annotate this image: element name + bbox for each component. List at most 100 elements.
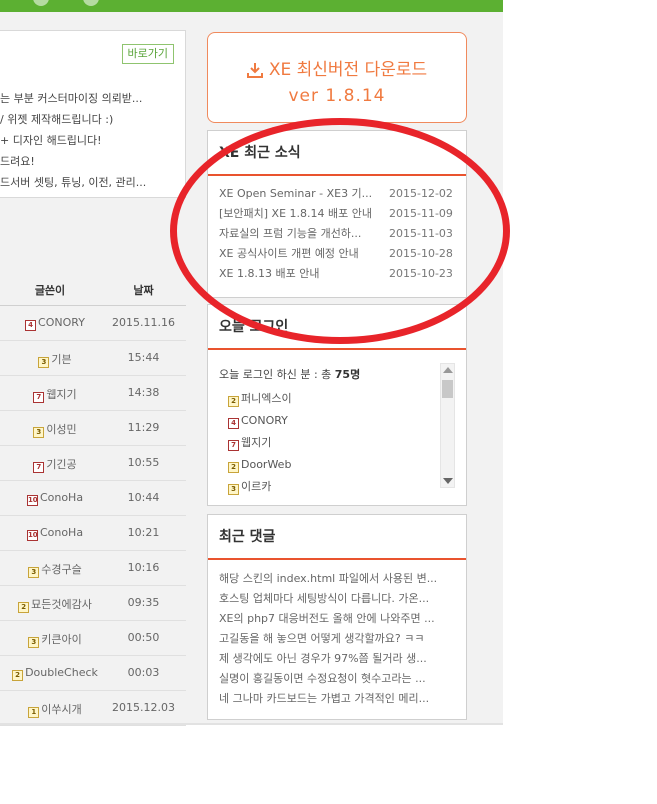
date-cell: 09:35 xyxy=(127,596,160,609)
table-row: 3 이성민 11:29 xyxy=(0,411,186,446)
news-link[interactable]: XE Open Seminar - XE3 기... xyxy=(219,184,379,204)
author-cell[interactable]: 1 이쑤시개 xyxy=(0,701,110,718)
scroll-thumb[interactable] xyxy=(442,380,453,398)
news-date: 2015-11-03 xyxy=(389,227,453,240)
promo-link[interactable]: 드서버 셋팅, 튜닝, 이전, 관리... xyxy=(0,172,185,193)
author-cell[interactable]: 2 DoubleCheck xyxy=(0,666,110,681)
comment-link[interactable]: 고길동을 해 놓으면 어떻게 생각할까요? ㅋㅋ xyxy=(208,629,466,649)
level-icon: 4 xyxy=(25,320,37,331)
author-column-header: 글쓴이 xyxy=(34,284,66,297)
author-cell[interactable]: 3 수경구슬 xyxy=(0,561,110,578)
nav-decoration xyxy=(83,0,99,6)
news-link[interactable]: 자료실의 프럼 기능을 개선하... xyxy=(219,224,379,244)
news-item[interactable]: XE Open Seminar - XE3 기... 2015-12-02 xyxy=(208,184,466,204)
news-link[interactable]: XE 1.8.13 배포 안내 xyxy=(219,264,379,284)
goto-button[interactable]: 바로가기 xyxy=(121,44,174,64)
date-cell: 00:50 xyxy=(127,631,160,644)
comments-panel: 최근 댓글 해당 스킨의 index.html 파일에서 사용된 변... 호스팅… xyxy=(207,514,467,720)
level-icon: 3 xyxy=(38,357,50,368)
level-icon: 2 xyxy=(228,462,239,473)
comment-link[interactable]: 제 생각에도 아닌 경우가 97%쯤 될거라 생... xyxy=(208,649,466,669)
table-row: 2 DoubleCheck 00:03 xyxy=(0,656,186,691)
comment-link[interactable]: 호스팅 업체마다 세팅방식이 다릅니다. 가온... xyxy=(208,589,466,609)
date-cell: 10:44 xyxy=(127,491,160,504)
scroll-up-arrow-icon[interactable] xyxy=(443,367,453,373)
login-user[interactable]: 7 웹지기 xyxy=(228,432,292,454)
level-icon: 3 xyxy=(228,484,239,495)
promo-link[interactable]: 는 부분 커스터마이징 의뢰받... xyxy=(0,88,185,109)
date-cell: 14:38 xyxy=(127,386,160,399)
level-icon: 3 xyxy=(28,637,40,648)
news-item[interactable]: XE 공식사이트 개편 예정 안내 2015-10-28 xyxy=(208,244,466,264)
comment-link[interactable]: 실명이 홍길동이면 수정요청이 혓수고라는 ... xyxy=(208,669,466,689)
login-user[interactable]: 2 퍼니엑스이 xyxy=(228,388,292,410)
level-icon: 7 xyxy=(33,462,45,473)
comment-link[interactable]: 해당 스킨의 index.html 파일에서 사용된 변... xyxy=(208,569,466,589)
news-link[interactable]: XE 공식사이트 개편 예정 안내 xyxy=(219,244,379,264)
download-version: ver 1.8.14 xyxy=(288,86,386,106)
level-icon: 2 xyxy=(228,396,239,407)
comment-link[interactable]: XE의 php7 대응버전도 올해 안에 나와주면 ... xyxy=(208,609,466,629)
promo-link[interactable]: 드려요! xyxy=(0,151,185,172)
date-cell: 2015.12.03 xyxy=(112,701,175,714)
table-row: 7 기긴공 10:55 xyxy=(0,446,186,481)
level-icon: 7 xyxy=(33,392,45,403)
news-item[interactable]: 자료실의 프럼 기능을 개선하... 2015-11-03 xyxy=(208,224,466,244)
login-user[interactable]: 4 CONORY xyxy=(228,410,292,432)
author-cell[interactable]: 4 CONORY xyxy=(0,316,110,331)
login-content: 오늘 로그인 하신 분 : 총 75명 2 퍼니엑스이 4 CONORY 7 웹지기 2 Do… xyxy=(208,350,466,505)
scroll-down-arrow-icon[interactable] xyxy=(443,478,453,484)
news-date: 2015-10-28 xyxy=(389,247,453,260)
login-panel: 오늘 로그인 오늘 로그인 하신 분 : 총 75명 2 퍼니엑스이 4 CONORY… xyxy=(207,304,467,506)
table-row: 1 이쑤시개 2015.12.03 xyxy=(0,691,186,726)
news-item[interactable]: [보안패치] XE 1.8.14 배포 안내 2015-11-09 xyxy=(208,204,466,224)
login-user[interactable]: 3 이르카 xyxy=(228,476,292,498)
news-title: XE 최근 소식 xyxy=(208,131,466,176)
level-icon: 1 xyxy=(28,707,40,718)
date-cell: 15:44 xyxy=(127,351,160,364)
login-summary: 오늘 로그인 하신 분 : 총 75명 xyxy=(219,368,361,381)
author-cell[interactable]: 3 키큰아이 xyxy=(0,631,110,648)
author-cell[interactable]: 2 묘든것에감사 xyxy=(0,596,110,613)
level-icon: 2 xyxy=(12,670,24,681)
login-user-list: 2 퍼니엑스이 4 CONORY 7 웹지기 2 DoorWeb 3 이르카 xyxy=(228,388,292,498)
author-cell[interactable]: 10 ConoHa xyxy=(0,526,110,541)
promo-list: 는 부분 커스터마이징 의뢰받... / 위젯 제작해드립니다 :) + 디자인… xyxy=(0,88,185,193)
table-row: 10 ConoHa 10:44 xyxy=(0,481,186,516)
author-cell[interactable]: 7 웹지기 xyxy=(0,386,110,403)
level-icon: 3 xyxy=(33,427,45,438)
login-user[interactable]: 2 DoorWeb xyxy=(228,454,292,476)
download-icon xyxy=(246,62,263,83)
level-icon: 7 xyxy=(228,440,239,451)
login-scrollbar[interactable] xyxy=(440,363,455,488)
date-cell: 10:21 xyxy=(127,526,160,539)
level-icon: 4 xyxy=(228,418,239,429)
table-row: 2 묘든것에감사 09:35 xyxy=(0,586,186,621)
level-icon: 10 xyxy=(26,530,38,541)
download-latest-button[interactable]: XE 최신버전 다운로드 ver 1.8.14 xyxy=(207,32,467,123)
login-count: 75명 xyxy=(334,368,361,381)
author-cell[interactable]: 3 이성민 xyxy=(0,421,110,438)
promo-link[interactable]: / 위젯 제작해드립니다 :) xyxy=(0,109,185,130)
level-icon: 3 xyxy=(28,567,40,578)
nav-decoration xyxy=(33,0,49,6)
news-date: 2015-10-23 xyxy=(389,267,453,280)
comment-link[interactable]: 네 그나마 카드보드는 가볍고 가격적인 메리... xyxy=(208,689,466,709)
table-row: 7 웹지기 14:38 xyxy=(0,376,186,411)
page-margin xyxy=(503,0,657,804)
date-cell: 10:55 xyxy=(127,456,160,469)
posts-table: 글쓴이 날짜 4 CONORY 2015.11.16 3 기븐 15:44 7 웹지기 14:3… xyxy=(0,272,186,726)
news-link[interactable]: [보안패치] XE 1.8.14 배포 안내 xyxy=(219,204,379,224)
news-date: 2015-12-02 xyxy=(389,187,453,200)
table-header: 글쓴이 날짜 xyxy=(0,272,186,306)
date-cell: 00:03 xyxy=(127,666,160,679)
news-date: 2015-11-09 xyxy=(389,207,453,220)
author-cell[interactable]: 10 ConoHa xyxy=(0,491,110,506)
author-cell[interactable]: 3 기븐 xyxy=(0,351,110,368)
news-item[interactable]: XE 1.8.13 배포 안내 2015-10-23 xyxy=(208,264,466,284)
author-cell[interactable]: 7 기긴공 xyxy=(0,456,110,473)
date-cell: 11:29 xyxy=(127,421,160,434)
promo-link[interactable]: + 디자인 해드립니다! xyxy=(0,130,185,151)
promo-box: 바로가기 는 부분 커스터마이징 의뢰받... / 위젯 제작해드립니다 :) … xyxy=(0,30,186,198)
level-icon: 2 xyxy=(18,602,30,613)
